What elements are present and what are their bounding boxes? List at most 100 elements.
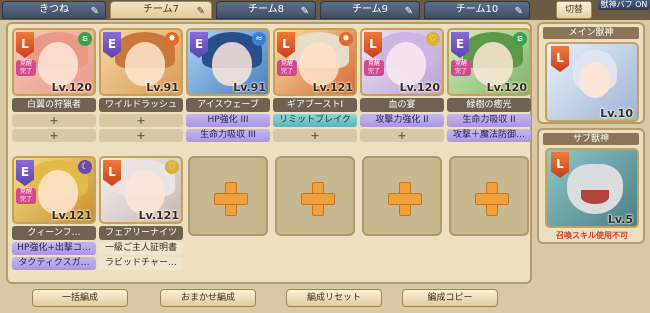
wind-element-icon: ຣ	[513, 32, 527, 46]
empty-unit-slot[interactable]	[449, 156, 529, 236]
empty-unit-slot[interactable]	[362, 156, 442, 236]
unit-slot-7[interactable]: E ☾ 覚醒 完了 Lv.121 クィーンフ… HP強化+出撃コ… タクティクスガ…	[12, 156, 96, 280]
copy-formation-button[interactable]: 編成コピー	[402, 289, 498, 307]
unit-portrait[interactable]: L ຣ 覚醒 完了 Lv.120	[12, 28, 96, 96]
tab-kitsune[interactable]: きつね ✎	[2, 1, 106, 19]
edit-pencil-icon[interactable]: ✎	[197, 4, 205, 20]
fire-element-icon: ✸	[165, 32, 179, 46]
edit-pencil-icon[interactable]: ✎	[91, 4, 99, 20]
add-skill-button[interactable]	[12, 114, 96, 127]
tab-team9[interactable]: チーム9 ✎	[320, 1, 420, 19]
unit-level: Lv.91	[146, 81, 179, 94]
main-beast-title: メイン獣神	[543, 27, 639, 39]
add-unit-icon	[301, 182, 335, 216]
skill-slot[interactable]: HP強化 III	[186, 114, 270, 127]
tab-team10[interactable]: チーム10 ✎	[424, 1, 530, 19]
skill-slot[interactable]: 攻撃＋魔法防御…	[447, 129, 531, 142]
sub-beast-level: Lv.5	[607, 213, 633, 226]
unit-name: ギアブーストI	[273, 98, 357, 112]
unit-name: 白翼の狩猟者	[12, 98, 96, 112]
skill-slot[interactable]: 攻撃力強化 II	[360, 114, 444, 127]
light-element-icon: ♡	[165, 160, 179, 174]
unit-name: アイスウェーブ	[186, 98, 270, 112]
skill-slot[interactable]: 一級ご主人証明書	[99, 242, 183, 255]
unit-slot-2[interactable]: E ✸ Lv.91 ワイルドラッシュ	[99, 28, 183, 152]
unit-slot-8[interactable]: L ♡ Lv.121 フェアリーナイツ 一級ご主人証明書 ラビッドチャー…	[99, 156, 183, 280]
add-skill-button[interactable]	[273, 129, 357, 142]
tab-label: チーム10	[455, 4, 499, 15]
add-skill-button[interactable]	[99, 129, 183, 142]
sub-beast-portrait[interactable]: L Lv.5	[545, 148, 639, 228]
rarity-badge: L	[551, 46, 569, 72]
add-skill-button[interactable]	[99, 114, 183, 127]
skill-slot[interactable]: リミットブレイク	[273, 114, 357, 127]
tab-label: きつね	[39, 4, 69, 15]
unit-slot-5[interactable]: L ♡ 覚醒 完了 Lv.120 血の宴 攻撃力強化 II	[360, 28, 444, 152]
awaken-badge: 覚醒 完了	[451, 60, 471, 76]
awaken-badge: 覚醒 完了	[364, 60, 384, 76]
add-unit-icon	[214, 182, 248, 216]
skill-slot[interactable]: タクティクスガ…	[12, 257, 96, 270]
sub-beast-title: サブ獣神	[543, 133, 639, 145]
dark-element-icon: ☾	[78, 160, 92, 174]
add-unit-icon	[388, 182, 422, 216]
unit-level: Lv.121	[51, 209, 92, 222]
fire-element-icon: ✸	[339, 32, 353, 46]
reset-formation-button[interactable]: 編成リセット	[286, 289, 382, 307]
summon-skill-disabled-note: 召喚スキル使用不可	[556, 231, 628, 240]
main-beast-portrait[interactable]: L Lv.10	[545, 42, 639, 122]
unit-portrait[interactable]: E ☾ 覚醒 完了 Lv.121	[12, 156, 96, 224]
wind-element-icon: ຣ	[78, 32, 92, 46]
edit-pencil-icon[interactable]: ✎	[405, 4, 413, 20]
add-skill-button[interactable]	[360, 129, 444, 142]
unit-portrait[interactable]: E ✸ Lv.91	[99, 28, 183, 96]
unit-slot-6[interactable]: E ຣ 覚醒 完了 Lv.120 緑樹の癒光 生命力吸収 II 攻撃＋魔法防御…	[447, 28, 531, 152]
unit-name: 緑樹の癒光	[447, 98, 531, 112]
auto-formation-button[interactable]: おまかせ編成	[160, 289, 256, 307]
unit-level: Lv.120	[486, 81, 527, 94]
unit-slot-4[interactable]: L ✸ 覚醒 完了 Lv.121 ギアブーストI リミットブレイク	[273, 28, 357, 152]
empty-unit-slot[interactable]	[188, 156, 268, 236]
unit-level: Lv.121	[312, 81, 353, 94]
unit-portrait[interactable]: E ≈ Lv.91	[186, 28, 270, 96]
awaken-badge: 覚醒 完了	[16, 188, 36, 204]
awaken-badge: 覚醒 完了	[277, 60, 297, 76]
light-element-icon: ♡	[426, 32, 440, 46]
unit-name: フェアリーナイツ	[99, 226, 183, 240]
unit-level: Lv.120	[51, 81, 92, 94]
tab-team8[interactable]: チーム8 ✎	[216, 1, 316, 19]
tab-label: チーム9	[351, 4, 389, 15]
skill-slot[interactable]: 生命力吸収 III	[186, 129, 270, 142]
sub-beast-panel: サブ獣神 L Lv.5 召喚スキル使用不可	[537, 128, 645, 244]
edit-pencil-icon[interactable]: ✎	[515, 4, 523, 20]
unit-name: ワイルドラッシュ	[99, 98, 183, 112]
tab-label: チーム7	[142, 4, 180, 15]
rarity-badge: L	[551, 152, 569, 178]
unit-name: クィーンフ…	[12, 226, 96, 240]
team-formation-panel: L ຣ 覚醒完了 Lv.120 白翼の狩猟者 E ✸ Lv.91 ワイルドラッシ…	[6, 22, 532, 284]
tab-label: チーム8	[247, 4, 285, 15]
skill-slot[interactable]: 生命力吸収 II	[447, 114, 531, 127]
main-beast-panel: メイン獣神 L Lv.10	[537, 22, 645, 124]
unit-slot-3[interactable]: E ≈ Lv.91 アイスウェーブ HP強化 III 生命力吸収 III	[186, 28, 270, 152]
empty-unit-slot[interactable]	[275, 156, 355, 236]
unit-slot-1[interactable]: L ຣ 覚醒 完了 Lv.120 白翼の狩猟者	[12, 28, 96, 152]
unit-portrait[interactable]: L ♡ 覚醒 完了 Lv.120	[360, 28, 444, 96]
team-tab-bar: きつね ✎ チーム7 ✎ チーム8 ✎ チーム9 ✎ チーム10 ✎ 切替 獣神…	[0, 0, 650, 20]
unit-portrait[interactable]: E ຣ 覚醒 完了 Lv.120	[447, 28, 531, 96]
awaken-badge: 覚醒 完了	[16, 60, 36, 76]
tab-team7[interactable]: チーム7 ✎	[110, 1, 212, 19]
beast-buff-toggle[interactable]: 獣神バフ ON	[598, 0, 650, 10]
water-element-icon: ≈	[252, 32, 266, 46]
skill-slot[interactable]: ラビッドチャー…	[99, 257, 183, 270]
unit-portrait[interactable]: L ♡ Lv.121	[99, 156, 183, 224]
bulk-formation-button[interactable]: 一括編成	[32, 289, 128, 307]
edit-pencil-icon[interactable]: ✎	[301, 4, 309, 20]
skill-slot[interactable]: HP強化+出撃コ…	[12, 242, 96, 255]
add-skill-button[interactable]	[12, 129, 96, 142]
unit-name: 血の宴	[360, 98, 444, 112]
add-unit-icon	[475, 182, 509, 216]
unit-portrait[interactable]: L ✸ 覚醒 完了 Lv.121	[273, 28, 357, 96]
switch-button[interactable]: 切替	[556, 1, 592, 19]
unit-level: Lv.120	[399, 81, 440, 94]
